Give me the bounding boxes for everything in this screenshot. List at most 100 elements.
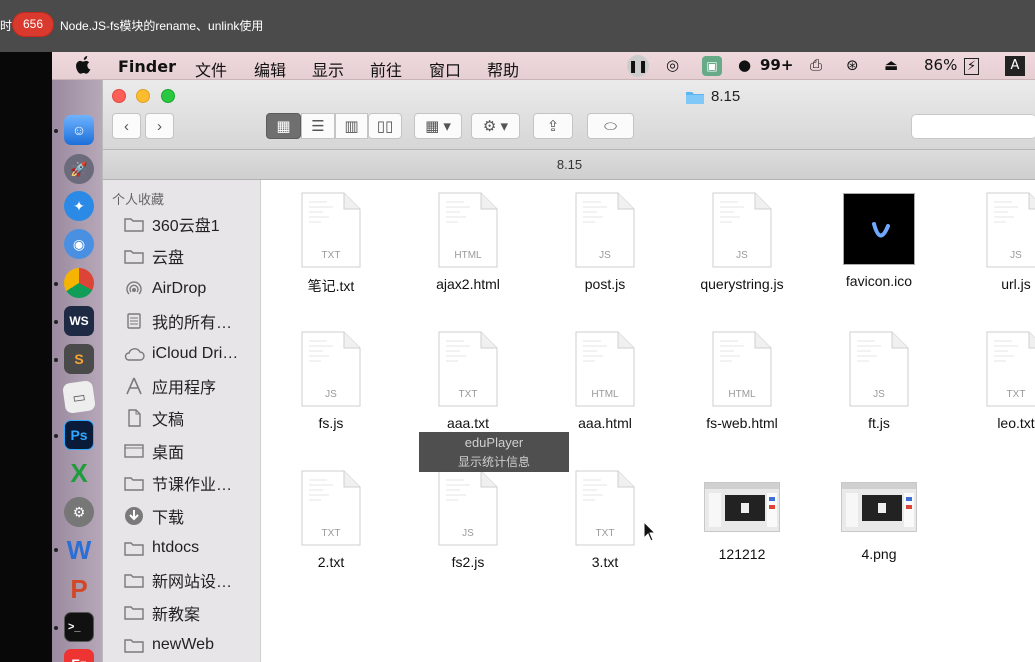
sidebar-item[interactable]: 下载 <box>123 504 184 528</box>
chrome-canary-icon[interactable]: ◉ <box>64 229 94 259</box>
battery-percent[interactable]: 86% <box>924 56 957 74</box>
finder-window: 8.15 ‹ › ▦ ☰ ▥ ▯▯ ▦ ▾ ⚙ ▾ ⇪ ⬭ 8.15 个人收藏 … <box>102 80 1035 662</box>
wechat-icon[interactable]: ⊛ <box>846 56 859 74</box>
sidebar-item[interactable]: iCloud Dri… <box>123 342 238 366</box>
powerpoint-icon[interactable]: P <box>64 574 94 604</box>
menu-help[interactable]: 帮助 <box>487 57 519 81</box>
share-button[interactable]: ⇪ <box>533 113 573 139</box>
sidebar-item[interactable]: 新教案 <box>123 601 200 625</box>
list-view-button[interactable]: ☰ <box>301 113 335 139</box>
qq-icon[interactable]: ● <box>738 56 751 74</box>
search-input[interactable] <box>911 114 1035 139</box>
menu-go[interactable]: 前往 <box>370 57 402 81</box>
file-name: aaa.html <box>578 415 632 431</box>
finder-toolbar: 8.15 ‹ › ▦ ☰ ▥ ▯▯ ▦ ▾ ⚙ ▾ ⇪ ⬭ <box>103 80 1035 150</box>
word-icon[interactable]: W <box>64 535 94 565</box>
launchpad-icon[interactable]: 🚀 <box>64 154 94 184</box>
file-item[interactable]: 4.png <box>814 470 944 562</box>
file-item[interactable]: favicon.ico <box>814 192 944 289</box>
sidebar-item[interactable]: newWeb <box>123 633 214 657</box>
monitor-app-icon[interactable]: ▣ <box>702 56 722 76</box>
folder-icon <box>123 604 145 622</box>
sidebar-item[interactable]: AirDrop <box>123 277 206 301</box>
apple-logo-icon[interactable] <box>76 56 92 74</box>
menu-app-finder[interactable]: Finder <box>118 57 176 76</box>
file-grid: TXT 笔记.txt HTML ajax2.html JS post.js JS querys… <box>261 180 1035 662</box>
menu-edit[interactable]: 编辑 <box>254 57 286 81</box>
sidebar-item[interactable]: 我的所有… <box>123 309 232 333</box>
input-method-indicator[interactable]: A <box>1005 56 1025 76</box>
sidebar-item[interactable]: 文稿 <box>123 406 184 430</box>
file-type-label: JS <box>599 250 611 261</box>
file-item[interactable]: TXT 笔记.txt <box>266 192 396 296</box>
chrome-icon[interactable] <box>64 268 94 298</box>
excel-icon[interactable]: X <box>64 458 94 488</box>
photoshop-icon[interactable]: Ps <box>64 420 94 450</box>
safari-icon[interactable]: ✦ <box>64 191 94 221</box>
sidebar-item[interactable]: htdocs <box>123 536 199 560</box>
terminal-icon[interactable]: >_ <box>64 612 94 642</box>
file-item[interactable]: JS post.js <box>540 192 670 292</box>
battery-charging-icon[interactable]: ⚡ <box>964 58 980 75</box>
file-type-label: TXT <box>321 250 341 261</box>
sidebar-heading-favorites: 个人收藏 <box>112 192 165 207</box>
file-name: ajax2.html <box>436 276 500 292</box>
file-item[interactable]: TXT 3.txt <box>540 470 670 570</box>
minimize-window-button[interactable] <box>136 89 150 103</box>
filezilla-icon[interactable]: Fz <box>64 649 94 662</box>
sidebar-item[interactable]: 云盘 <box>123 244 184 268</box>
finder-icon[interactable]: ☺ <box>64 115 94 145</box>
file-type-label: HTML <box>728 389 756 400</box>
display-icon[interactable]: ⎙ <box>810 56 822 74</box>
menu-file[interactable]: 文件 <box>195 57 227 81</box>
back-button[interactable]: ‹ <box>112 113 141 139</box>
file-item[interactable]: HTML aaa.html <box>540 331 670 431</box>
count-badge[interactable]: 656 <box>12 12 54 37</box>
file-item[interactable]: 121212 <box>677 470 807 562</box>
sidebar-item[interactable]: 桌面 <box>123 439 184 463</box>
file-item[interactable]: JS url.js <box>951 192 1035 292</box>
file-item[interactable]: JS ft.js <box>814 331 944 431</box>
window-title-text: 8.15 <box>711 88 741 105</box>
airplay-icon[interactable]: ⏏ <box>884 56 898 74</box>
icon-view-button[interactable]: ▦ <box>266 113 301 139</box>
webstorm-icon[interactable]: WS <box>64 306 94 336</box>
coverflow-view-button[interactable]: ▯▯ <box>368 113 402 139</box>
sidebar-item-label: 新教案 <box>152 606 201 624</box>
arrange-button[interactable]: ▦ ▾ <box>414 113 462 139</box>
column-view-button[interactable]: ▥ <box>335 113 368 139</box>
file-type-label: JS <box>736 250 748 261</box>
sidebar-item[interactable]: 新网站设… <box>123 568 232 592</box>
sublime-text-icon[interactable]: S <box>64 344 94 374</box>
documents-icon <box>123 409 145 428</box>
file-item[interactable]: JS fs.js <box>266 331 396 431</box>
file-item[interactable]: TXT 2.txt <box>266 470 396 570</box>
file-item[interactable]: JS fs2.js <box>403 470 533 570</box>
notification-count[interactable]: 99+ <box>760 56 793 74</box>
file-name: 4.png <box>861 546 897 562</box>
file-item[interactable]: HTML ajax2.html <box>403 192 533 292</box>
file-item[interactable]: JS querystring.js <box>677 192 807 292</box>
menu-window[interactable]: 窗口 <box>429 57 461 81</box>
sidebar-item[interactable]: 节课作业… <box>123 471 232 495</box>
document-icon: TXT <box>986 331 1035 407</box>
close-window-button[interactable] <box>112 89 126 103</box>
sidebar-item[interactable]: 360云盘1 <box>123 212 220 236</box>
menu-view[interactable]: 显示 <box>312 57 344 81</box>
forward-button[interactable]: › <box>145 113 174 139</box>
pause-icon[interactable]: ❚❚ <box>627 55 649 77</box>
file-item[interactable]: TXT aaa.txt <box>403 331 533 431</box>
player-overlay[interactable]: eduPlayer 显示统计信息 <box>419 432 569 472</box>
zoom-window-button[interactable] <box>161 89 175 103</box>
tags-button[interactable]: ⬭ <box>587 113 634 139</box>
player-stats-toggle[interactable]: 显示统计信息 <box>419 450 569 470</box>
sidebar-item[interactable]: 应用程序 <box>123 374 216 398</box>
creative-cloud-icon[interactable]: ◎ <box>666 56 679 74</box>
file-item[interactable]: TXT leo.txt <box>951 331 1035 431</box>
file-type-label: JS <box>325 389 337 400</box>
preview-icon[interactable]: ▭ <box>62 380 96 414</box>
action-gear-button[interactable]: ⚙ ▾ <box>471 113 520 139</box>
folder-icon <box>123 247 145 265</box>
system-preferences-icon[interactable]: ⚙ <box>64 497 94 527</box>
file-item[interactable]: HTML fs-web.html <box>677 331 807 431</box>
